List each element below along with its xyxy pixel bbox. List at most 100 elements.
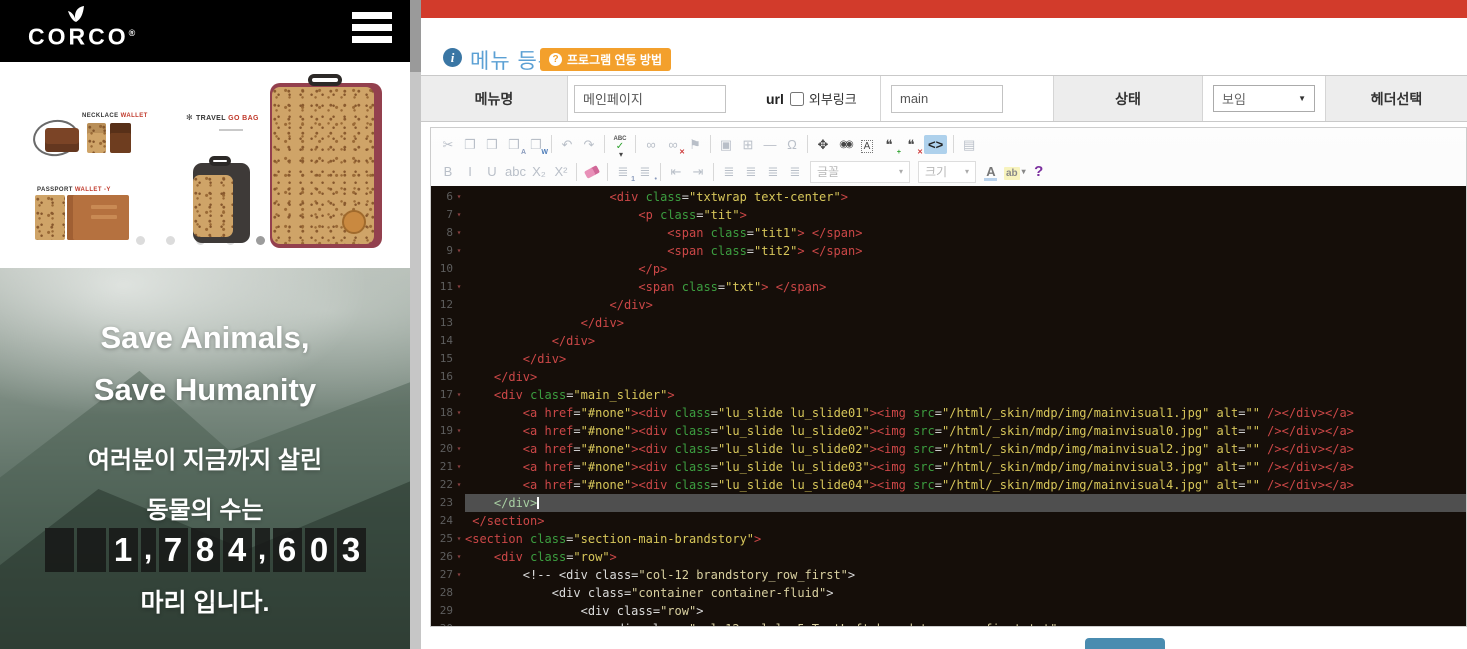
bulleted-list-icon[interactable]: ≣• xyxy=(636,162,654,181)
about-icon[interactable]: ? xyxy=(1030,162,1048,181)
cut-icon[interactable]: ✂ xyxy=(439,135,457,154)
fold-arrow-icon[interactable]: ▾ xyxy=(453,458,465,476)
top-red-bar xyxy=(421,0,1467,18)
header-select-label: 헤더선택 xyxy=(1325,76,1467,121)
line-number: 17 xyxy=(431,386,453,404)
outdent-icon[interactable]: ⇤ xyxy=(667,162,685,181)
anchor-flag-icon[interactable]: ⚑ xyxy=(686,135,704,154)
fold-arrow-icon[interactable]: ▾ xyxy=(453,566,465,584)
fold-arrow-icon[interactable]: ▾ xyxy=(453,206,465,224)
horizontal-rule-icon[interactable]: ― xyxy=(761,135,779,154)
code-line-9: 9▾ <span class="tit2"> </span> xyxy=(431,242,1466,260)
program-link-help-button[interactable]: ? 프로그램 연동 방법 xyxy=(540,48,671,71)
unlink-icon[interactable]: ∞✕ xyxy=(664,135,682,154)
fold-arrow-icon[interactable]: ▾ xyxy=(453,404,465,422)
url-input[interactable] xyxy=(891,85,1003,113)
fold-arrow-icon[interactable]: ▾ xyxy=(453,422,465,440)
slider-dot[interactable] xyxy=(136,236,145,245)
paste-word-icon[interactable]: ❒W xyxy=(527,135,545,154)
highlight-color-icon[interactable]: ab▾ xyxy=(1004,162,1026,181)
italic-icon[interactable]: I xyxy=(461,162,479,181)
slider-dot[interactable] xyxy=(256,236,265,245)
code-line-14: 14 </div> xyxy=(431,332,1466,350)
paste-icon[interactable]: ❒ xyxy=(483,135,501,154)
fold-arrow-icon[interactable]: ▾ xyxy=(453,548,465,566)
brand-name: CORCO® xyxy=(28,23,124,47)
comment-remove-icon[interactable]: ❝✕ xyxy=(902,135,920,154)
align-left-icon[interactable]: ≣ xyxy=(720,162,738,181)
counter-digit xyxy=(77,528,106,572)
menu-name-input[interactable] xyxy=(574,85,726,113)
code-line-24: 24 </section> xyxy=(431,512,1466,530)
slider-dot[interactable] xyxy=(166,236,175,245)
travel-subtext xyxy=(219,129,243,131)
subscript-icon[interactable]: X₂ xyxy=(530,162,548,181)
bold-icon[interactable]: B xyxy=(439,162,457,181)
line-number: 18 xyxy=(431,404,453,422)
fold-arrow-icon[interactable]: ▾ xyxy=(453,224,465,242)
underline-icon[interactable]: U xyxy=(483,162,501,181)
toolbar-separator xyxy=(604,135,605,153)
scrollbar-thumb[interactable] xyxy=(410,0,421,72)
spellcheck-icon[interactable]: ABC✓▾ xyxy=(611,135,629,154)
copy-icon[interactable]: ❐ xyxy=(461,135,479,154)
vertical-scrollbar[interactable] xyxy=(410,0,421,649)
external-link-label: 외부링크 xyxy=(809,89,857,108)
line-number: 20 xyxy=(431,440,453,458)
status-select[interactable]: 보임 ▼ xyxy=(1213,85,1315,112)
leaf-icon xyxy=(63,5,89,23)
size-combo[interactable]: 크기▾ xyxy=(918,161,976,183)
animal-counter: 1,784,603 xyxy=(0,528,410,572)
cork-suitcase-image xyxy=(270,83,382,248)
find-icon[interactable]: ◉◉ xyxy=(836,135,854,154)
hamburger-menu-icon[interactable] xyxy=(352,12,392,48)
code-line-18: 18▾ <a href="#none"><div class="lu_slide… xyxy=(431,404,1466,422)
print-icon[interactable]: ▤ xyxy=(960,135,978,154)
indent-icon[interactable]: ⇥ xyxy=(689,162,707,181)
line-number: 10 xyxy=(431,260,453,278)
fold-gutter xyxy=(453,602,465,620)
admin-pane: i 메뉴 등록 ? 프로그램 연동 방법 메뉴명 url 외부링크 상태 보임 xyxy=(421,0,1467,649)
source-button[interactable]: <> xyxy=(924,135,947,154)
image-icon[interactable]: ▣ xyxy=(717,135,735,154)
text-color-icon[interactable]: A▾ xyxy=(982,162,1000,181)
line-number: 11 xyxy=(431,278,453,296)
fold-arrow-icon[interactable]: ▾ xyxy=(453,278,465,296)
align-right-icon[interactable]: ≣ xyxy=(764,162,782,181)
page: CORCO® NECKLACE WALLET PASSPORT WALLET -… xyxy=(0,0,1467,649)
registered-mark: ® xyxy=(129,28,139,38)
toolbar-separator xyxy=(635,135,636,153)
superscript-icon[interactable]: X² xyxy=(552,162,570,181)
title-row: i 메뉴 등록 ? 프로그램 연동 방법 xyxy=(421,40,1467,74)
strikethrough-icon[interactable]: abc xyxy=(505,162,526,181)
align-center-icon[interactable]: ≣ xyxy=(742,162,760,181)
paste-text-icon[interactable]: ❒A xyxy=(505,135,523,154)
source-code-editor[interactable]: 6▾ <div class="txtwrap text-center">7▾ <… xyxy=(431,186,1466,626)
fold-arrow-icon[interactable]: ▾ xyxy=(453,476,465,494)
numbered-list-icon[interactable]: ≣1 xyxy=(614,162,632,181)
fold-arrow-icon[interactable]: ▾ xyxy=(453,242,465,260)
external-link-checkbox[interactable] xyxy=(790,92,804,106)
maximize-icon[interactable]: ✥ xyxy=(814,135,832,154)
redo-icon[interactable]: ↷ xyxy=(580,135,598,154)
line-number: 16 xyxy=(431,368,453,386)
product-slider[interactable]: NECKLACE WALLET PASSPORT WALLET -Y ✻ TRA… xyxy=(0,62,410,268)
remove-format-icon[interactable] xyxy=(583,162,601,181)
status-label: 상태 xyxy=(1053,76,1202,121)
link-icon[interactable]: ∞ xyxy=(642,135,660,154)
font-combo[interactable]: 글꼴▾ xyxy=(810,161,910,183)
align-justify-icon[interactable]: ≣ xyxy=(786,162,804,181)
fold-arrow-icon[interactable]: ▾ xyxy=(453,386,465,404)
table-icon[interactable]: ⊞ xyxy=(739,135,757,154)
select-all-icon[interactable]: A xyxy=(858,135,876,154)
corco-logo[interactable]: CORCO® xyxy=(28,5,124,47)
save-button[interactable]: 저장하기 xyxy=(1085,638,1165,649)
necklace-wallet-image xyxy=(45,128,79,152)
fold-arrow-icon[interactable]: ▾ xyxy=(453,530,465,548)
special-char-icon[interactable]: Ω xyxy=(783,135,801,154)
fold-arrow-icon[interactable]: ▾ xyxy=(453,440,465,458)
fold-arrow-icon[interactable]: ▾ xyxy=(453,188,465,206)
comment-add-icon[interactable]: ❝+ xyxy=(880,135,898,154)
undo-icon[interactable]: ↶ xyxy=(558,135,576,154)
toolbar-separator xyxy=(710,135,711,153)
